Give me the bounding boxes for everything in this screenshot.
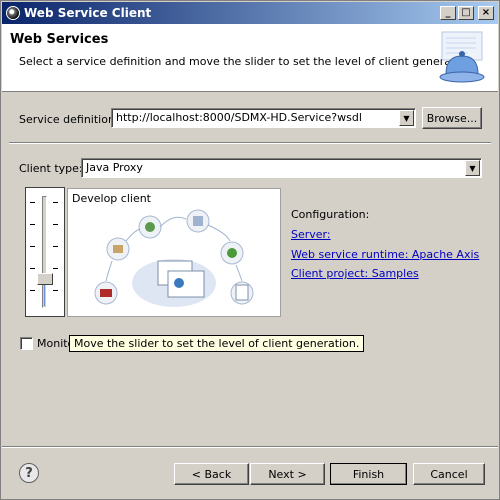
cancel-button[interactable]: Cancel bbox=[413, 463, 485, 485]
page-description: Select a service definition and move the… bbox=[19, 55, 476, 68]
service-definition-value: http://localhost:8000/SDMX-HD.Service?ws… bbox=[116, 111, 362, 124]
eclipse-icon bbox=[6, 6, 20, 20]
chevron-down-icon[interactable]: ▼ bbox=[465, 160, 480, 176]
slider-tick bbox=[53, 246, 58, 247]
client-project-link[interactable]: Client project: Samples bbox=[291, 267, 419, 280]
separator bbox=[9, 142, 491, 144]
help-icon[interactable]: ? bbox=[19, 463, 39, 483]
finish-button[interactable]: Finish bbox=[330, 463, 407, 485]
maximize-button[interactable]: □ bbox=[458, 6, 474, 20]
slider-tick bbox=[53, 268, 58, 269]
back-button[interactable]: < Back bbox=[174, 463, 249, 485]
client-type-combo[interactable]: Java Proxy ▼ bbox=[81, 158, 482, 178]
web-service-runtime-link[interactable]: Web service runtime: Apache Axis bbox=[291, 248, 479, 261]
next-button[interactable]: Next > bbox=[250, 463, 325, 485]
preview-title: Develop client bbox=[72, 192, 151, 205]
window-title: Web Service Client bbox=[24, 6, 152, 20]
client-level-preview: Develop client bbox=[67, 188, 281, 317]
server-link[interactable]: Server: bbox=[291, 228, 331, 241]
slider-tick bbox=[53, 224, 58, 225]
close-button[interactable]: × bbox=[478, 6, 494, 20]
slider-tick bbox=[30, 290, 35, 291]
slider-tick bbox=[53, 290, 58, 291]
page-title: Web Services bbox=[10, 32, 109, 47]
develop-client-illustration bbox=[94, 209, 254, 307]
slider-tick bbox=[53, 202, 58, 203]
slider-tick bbox=[30, 202, 35, 203]
service-bell-icon bbox=[439, 31, 485, 83]
configuration-label: Configuration: bbox=[291, 208, 370, 221]
service-definition-label: Service definition: bbox=[19, 113, 119, 126]
chevron-down-icon[interactable]: ▼ bbox=[399, 110, 414, 126]
slider-tick bbox=[30, 268, 35, 269]
slider-thumb[interactable] bbox=[37, 273, 53, 285]
monitor-checkbox[interactable] bbox=[20, 337, 33, 350]
service-definition-combo[interactable]: http://localhost:8000/SDMX-HD.Service?ws… bbox=[111, 108, 416, 128]
web-service-client-window: Web Service Client _ □ × Web Services Se… bbox=[0, 0, 500, 500]
client-type-value: Java Proxy bbox=[86, 161, 143, 174]
browse-button[interactable]: Browse... bbox=[422, 107, 482, 129]
client-type-label: Client type: bbox=[19, 162, 83, 175]
slider-tooltip: Move the slider to set the level of clie… bbox=[69, 335, 365, 352]
footer-separator bbox=[2, 446, 498, 448]
minimize-button[interactable]: _ bbox=[440, 6, 456, 20]
slider-tick bbox=[30, 246, 35, 247]
wizard-header: Web Services Select a service definition… bbox=[2, 24, 498, 92]
slider-tick bbox=[30, 224, 35, 225]
title-bar[interactable]: Web Service Client _ □ × bbox=[2, 2, 498, 24]
slider-track[interactable] bbox=[42, 196, 47, 308]
client-generation-slider[interactable] bbox=[25, 187, 65, 317]
